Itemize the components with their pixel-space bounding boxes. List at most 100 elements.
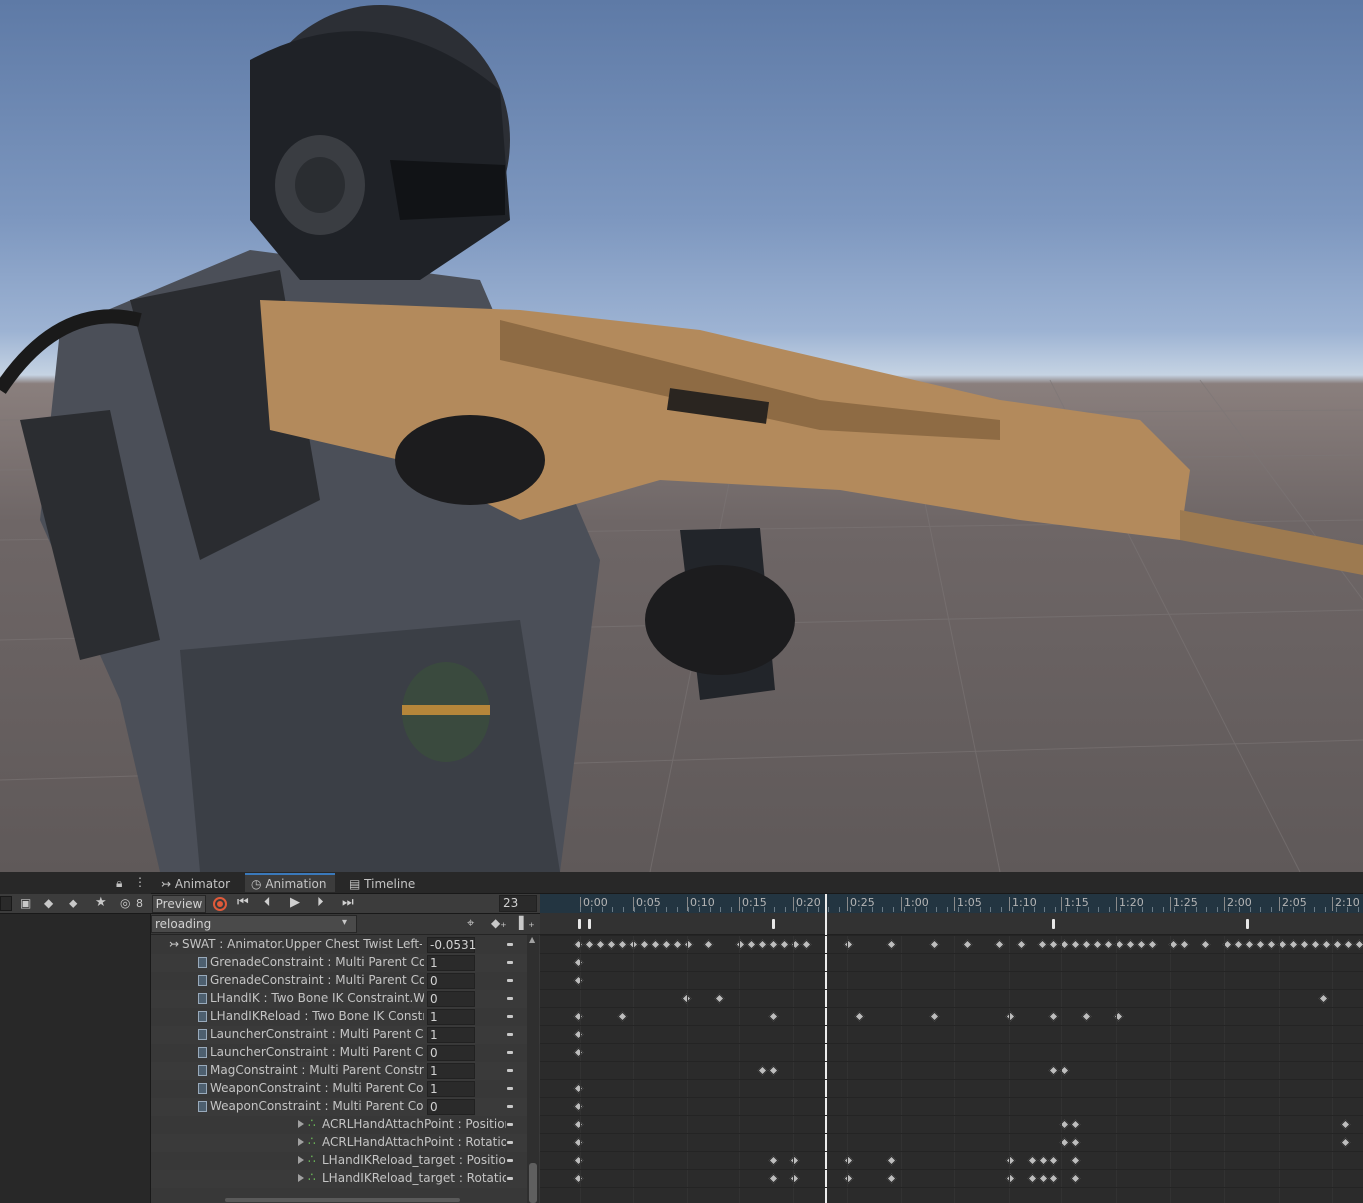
remove-property-icon[interactable] <box>507 979 513 982</box>
property-row[interactable]: ∴ ACRLHandAttachPoint : Position <box>151 1116 540 1134</box>
keyframe-diamond[interactable] <box>1244 939 1255 950</box>
remove-property-icon[interactable] <box>507 1069 513 1072</box>
remove-property-icon[interactable] <box>507 961 513 964</box>
keyframe-diamond[interactable] <box>606 939 617 950</box>
animation-event-marker[interactable] <box>588 919 591 929</box>
expand-arrow-icon[interactable] <box>298 1174 304 1182</box>
keyframe-diamond[interactable] <box>735 939 746 950</box>
keyframe-diamond[interactable] <box>1048 1155 1059 1166</box>
keyframe-diamond[interactable] <box>573 1047 584 1058</box>
keyframe-diamond[interactable] <box>617 939 628 950</box>
keyframe-diamond[interactable] <box>1255 939 1266 950</box>
keyframe-diamond[interactable] <box>789 1155 800 1166</box>
keyframe-diamond[interactable] <box>1288 939 1299 950</box>
last-key-button[interactable]: ⏭ <box>342 895 354 910</box>
property-row[interactable]: ∴ LHandIKReload_target : Position <box>151 1152 540 1170</box>
property-value-field[interactable]: 1 <box>427 1063 475 1079</box>
property-row[interactable]: GrenadeConstraint : Multi Parent Cons 0 <box>151 972 540 990</box>
remove-property-icon[interactable] <box>507 1087 513 1090</box>
keyframe-diamond[interactable] <box>573 1083 584 1094</box>
event-lane[interactable] <box>540 913 1363 935</box>
keyframe-diamond[interactable] <box>768 939 779 950</box>
keyframe-diamond[interactable] <box>1200 939 1211 950</box>
keyframe-diamond[interactable] <box>843 1155 854 1166</box>
keyframe-diamond[interactable] <box>1321 939 1332 950</box>
expand-arrow-icon[interactable] <box>298 1138 304 1146</box>
tag-icon[interactable]: ⬥ <box>69 896 77 911</box>
keyframe-diamond[interactable] <box>661 939 672 950</box>
animation-event-marker[interactable] <box>1246 919 1249 929</box>
expand-arrow-icon[interactable] <box>298 1156 304 1164</box>
property-row[interactable]: LauncherConstraint : Multi Parent Con 0 <box>151 1044 540 1062</box>
dopesheet[interactable]: 0:00 0:05 0:10 0:15 0:20 0:25 1:00 1:05 1:10 1:15… <box>540 894 1363 1203</box>
property-row[interactable]: WeaponConstraint : Multi Parent Cons 0 <box>151 1098 540 1116</box>
scene-viewport[interactable] <box>0 0 1363 872</box>
keyframe-diamond[interactable] <box>1016 939 1027 950</box>
property-value-field[interactable]: 1 <box>427 1027 475 1043</box>
remove-property-icon[interactable] <box>507 1177 513 1180</box>
record-button[interactable] <box>213 897 227 911</box>
keyframe-diamond[interactable] <box>1081 939 1092 950</box>
keyframe-diamond[interactable] <box>1070 1155 1081 1166</box>
remove-property-icon[interactable] <box>507 1105 513 1108</box>
property-value-field[interactable]: -0.0531 <box>427 937 476 953</box>
property-row[interactable]: ∴ LHandIKReload_target : Rotation <box>151 1170 540 1188</box>
menu-kebab-icon[interactable]: ⋮ <box>134 875 146 889</box>
keyframe-diamond[interactable] <box>768 1173 779 1184</box>
property-row[interactable]: LHandIK : Two Bone IK Constraint.Wei 0 <box>151 990 540 1008</box>
keyframe-diamond[interactable] <box>573 957 584 968</box>
remove-property-icon[interactable] <box>507 943 513 946</box>
keyframe-diamond[interactable] <box>929 1011 940 1022</box>
keyframe-diamond[interactable] <box>573 975 584 986</box>
keyframe-diamond[interactable] <box>595 939 606 950</box>
keyframe-diamond[interactable] <box>843 939 854 950</box>
horizontal-scrollbar-thumb[interactable] <box>225 1198 460 1202</box>
clip-dropdown[interactable]: reloading ▾ <box>151 915 357 933</box>
keyframe-diamond[interactable] <box>650 939 661 950</box>
keyframe-diamond[interactable] <box>1070 1137 1081 1148</box>
keyframe-diamond[interactable] <box>1005 1011 1016 1022</box>
keyframe-diamond[interactable] <box>573 1155 584 1166</box>
keyframe-diamond[interactable] <box>1027 1173 1038 1184</box>
property-row[interactable]: WeaponConstraint : Multi Parent Cons 1 <box>151 1080 540 1098</box>
add-keyframe-icon[interactable]: ◆₊ <box>491 916 507 930</box>
hidden-eye-icon[interactable]: ◎ <box>120 896 130 910</box>
property-value-field[interactable]: 0 <box>427 973 475 989</box>
keyframe-diamond[interactable] <box>757 939 768 950</box>
remove-property-icon[interactable] <box>507 1015 513 1018</box>
keyframe-diamond[interactable] <box>789 1173 800 1184</box>
keyframe-diamond[interactable] <box>1048 939 1059 950</box>
keyframe-diamond[interactable] <box>854 1011 865 1022</box>
property-row[interactable]: MagConstraint : Multi Parent Constrair 1 <box>151 1062 540 1080</box>
property-row[interactable]: GrenadeConstraint : Multi Parent Cons 1 <box>151 954 540 972</box>
keyframe-diamond[interactable] <box>1266 939 1277 950</box>
keyframe-diamond[interactable] <box>573 1029 584 1040</box>
keyframe-diamond[interactable] <box>779 939 790 950</box>
property-value-field[interactable]: 0 <box>427 1099 475 1115</box>
preview-button[interactable]: Preview <box>152 895 206 913</box>
property-row[interactable]: ∴ ACRLHandAttachPoint : Rotation <box>151 1134 540 1152</box>
keyframe-diamond[interactable] <box>1147 939 1158 950</box>
keyframe-diamond[interactable] <box>683 939 694 950</box>
property-value-field[interactable]: 1 <box>427 955 475 971</box>
keyframe-diamond[interactable] <box>703 939 714 950</box>
keyframe-diamond[interactable] <box>768 1155 779 1166</box>
play-button[interactable]: ▶ <box>290 895 300 910</box>
keyframe-diamond[interactable] <box>1048 1173 1059 1184</box>
search-field[interactable] <box>0 896 12 911</box>
keyframe-diamond[interactable] <box>1070 1119 1081 1130</box>
property-row[interactable]: ↣ SWAT : Animator.Upper Chest Twist Left-… <box>151 936 540 954</box>
first-key-button[interactable]: ⏮ <box>237 895 249 910</box>
keyframe-diamond[interactable] <box>573 1173 584 1184</box>
property-value-field[interactable]: 1 <box>427 1081 475 1097</box>
keyframe-diamond[interactable] <box>573 1101 584 1112</box>
keyframe-diamond[interactable] <box>1070 939 1081 950</box>
keyframe-diamond[interactable] <box>1299 939 1310 950</box>
property-value-field[interactable]: 0 <box>427 991 475 1007</box>
frame-field[interactable]: 23 <box>499 895 537 912</box>
keyframe-diamond[interactable] <box>672 939 683 950</box>
animation-event-marker[interactable] <box>772 919 775 929</box>
keyframe-diamond[interactable] <box>843 1173 854 1184</box>
keyframe-diamond[interactable] <box>1332 939 1343 950</box>
keyframe-diamond[interactable] <box>886 1155 897 1166</box>
